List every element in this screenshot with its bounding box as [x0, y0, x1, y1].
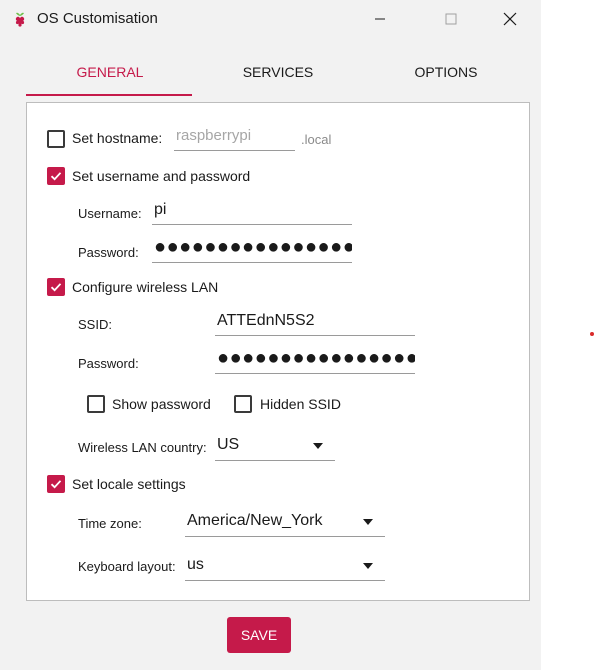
close-button[interactable] [487, 0, 533, 38]
dialog-content: GENERAL SERVICES OPTIONS Set hostname: r… [0, 38, 541, 670]
keyboard-layout-value: us [187, 556, 204, 573]
hostname-input[interactable]: raspberrypi [174, 123, 295, 151]
close-icon [503, 12, 517, 26]
tab-bar: GENERAL SERVICES OPTIONS [26, 49, 530, 96]
keyboard-layout-select[interactable]: us [185, 551, 385, 581]
set-locale-settings-label: Set locale settings [72, 476, 186, 492]
save-button[interactable]: SAVE [227, 617, 291, 653]
tab-services[interactable]: SERVICES [194, 49, 362, 95]
set-hostname-checkbox[interactable] [47, 130, 65, 148]
checkmark-icon [50, 283, 62, 292]
general-settings-panel: Set hostname: raspberrypi .local Set use… [26, 102, 530, 601]
show-password-checkbox[interactable] [87, 395, 105, 413]
dropdown-arrow-icon [363, 563, 373, 569]
dropdown-arrow-icon [313, 443, 323, 449]
wireless-lan-country-value: US [217, 436, 240, 453]
maximize-icon [445, 13, 457, 25]
os-customisation-window: OS Customisation GENERAL SERVICES OPTION… [0, 0, 541, 670]
background-dot [590, 332, 594, 336]
checkmark-icon [50, 172, 62, 181]
window-title: OS Customisation [37, 10, 158, 27]
minimize-icon [375, 18, 385, 20]
username-input[interactable]: pi [152, 197, 352, 225]
keyboard-layout-label: Keyboard layout: [78, 559, 176, 574]
configure-wireless-lan-checkbox[interactable] [47, 278, 65, 296]
title-bar[interactable]: OS Customisation [0, 0, 541, 38]
ssid-label: SSID: [78, 317, 112, 332]
checkmark-icon [50, 480, 62, 489]
wifi-password-input[interactable]: ●●●●●●●●●●●●●●●●●●●●●● [215, 346, 415, 374]
minimize-button[interactable] [357, 0, 403, 38]
user-password-label: Password: [78, 245, 139, 260]
raspberry-pi-icon [15, 12, 25, 27]
user-password-input[interactable]: ●●●●●●●●●●●●●●●●●●●● [152, 235, 352, 263]
wireless-lan-country-label: Wireless LAN country: [78, 440, 207, 455]
ssid-input[interactable]: ATTEdnN5S2 [215, 308, 415, 336]
maximize-button[interactable] [428, 0, 474, 38]
configure-wireless-lan-label: Configure wireless LAN [72, 279, 219, 295]
set-username-password-checkbox[interactable] [47, 167, 65, 185]
tab-general[interactable]: GENERAL [26, 49, 194, 95]
time-zone-value: America/New_York [187, 512, 323, 529]
set-username-password-label: Set username and password [72, 168, 251, 184]
time-zone-label: Time zone: [78, 516, 142, 531]
tab-options[interactable]: OPTIONS [362, 49, 530, 95]
wifi-password-label: Password: [78, 356, 139, 371]
set-hostname-label: Set hostname: [72, 130, 163, 146]
wireless-lan-country-select[interactable]: US [215, 431, 335, 461]
hidden-ssid-checkbox[interactable] [234, 395, 252, 413]
set-locale-settings-checkbox[interactable] [47, 475, 65, 493]
active-tab-indicator [26, 94, 192, 96]
username-label: Username: [78, 206, 142, 221]
hostname-suffix: .local [301, 132, 332, 147]
dropdown-arrow-icon [363, 519, 373, 525]
show-password-label: Show password [112, 396, 211, 412]
hidden-ssid-label: Hidden SSID [260, 396, 341, 412]
time-zone-select[interactable]: America/New_York [185, 507, 385, 537]
